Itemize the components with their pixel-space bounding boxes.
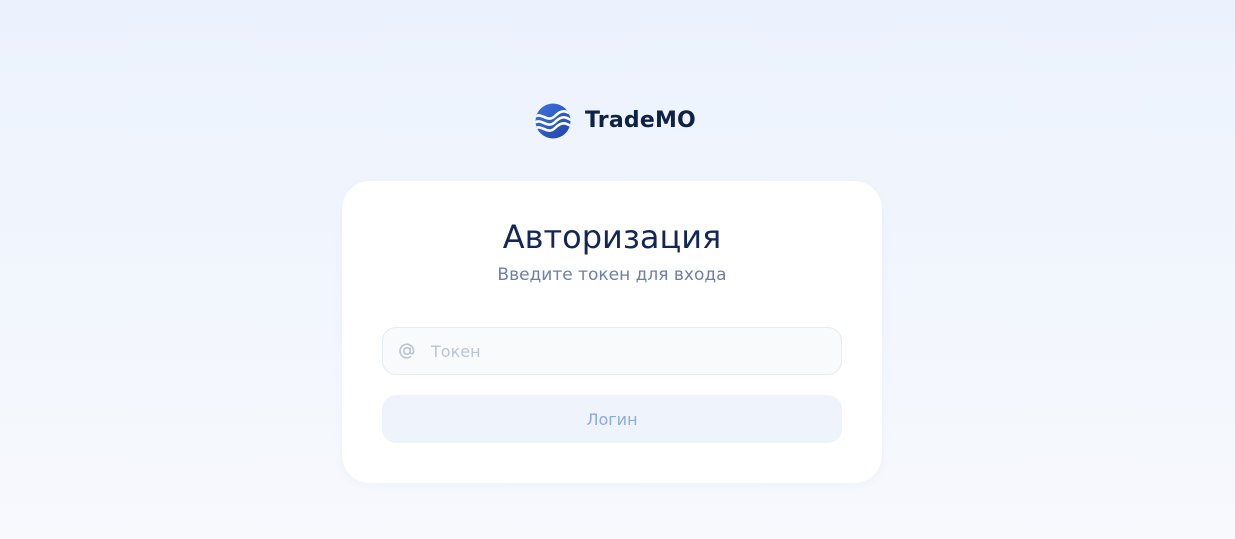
brand: TradeMO bbox=[535, 102, 696, 140]
brand-name: TradeMO bbox=[585, 108, 696, 133]
wave-globe-icon bbox=[535, 103, 571, 139]
token-field[interactable] bbox=[382, 327, 842, 375]
login-button[interactable]: Логин bbox=[382, 395, 842, 443]
at-sign-icon bbox=[397, 341, 417, 361]
page-title: Авторизация bbox=[502, 218, 722, 256]
login-card: Авторизация Введите токен для входа Логи… bbox=[342, 181, 882, 483]
page-subtitle: Введите токен для входа bbox=[497, 265, 727, 285]
token-input[interactable] bbox=[431, 328, 827, 374]
